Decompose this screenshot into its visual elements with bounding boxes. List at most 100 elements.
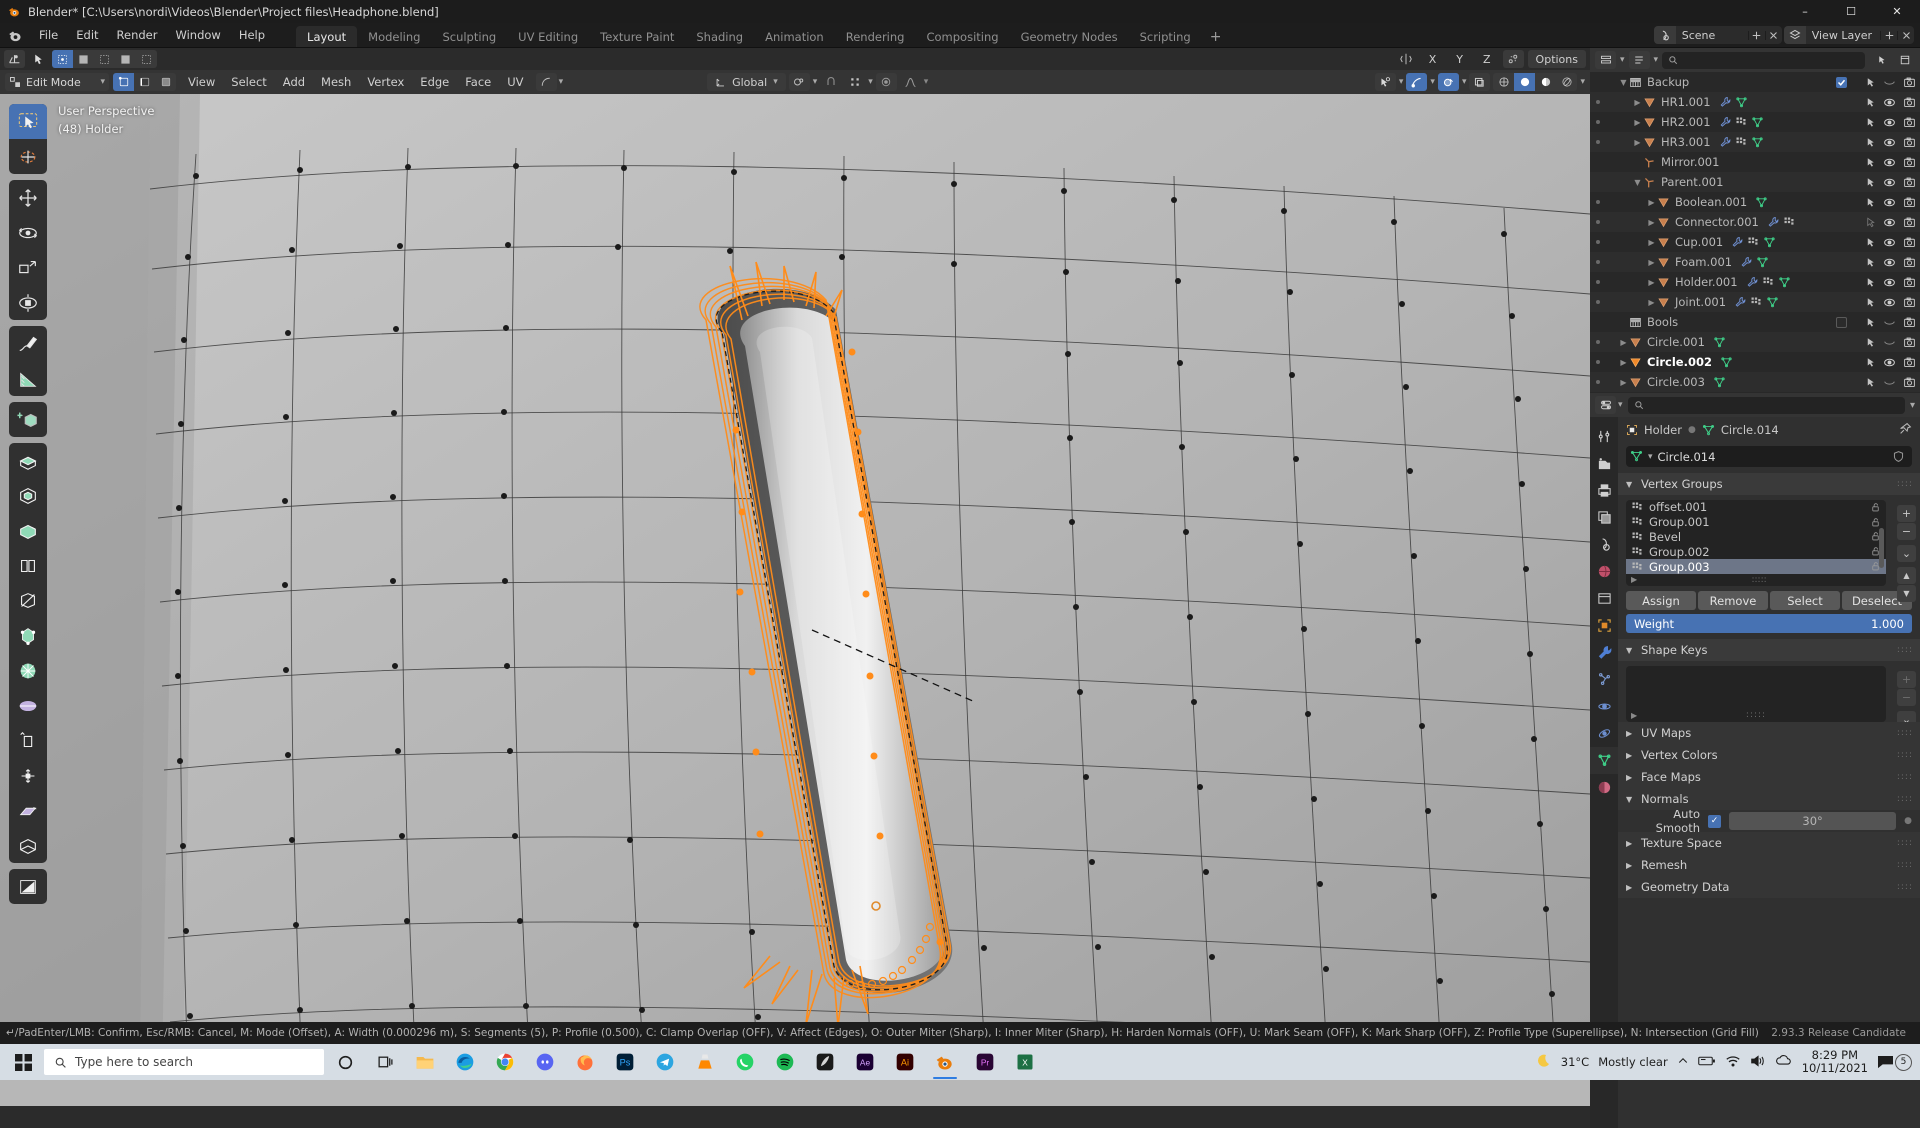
outliner-row-hr3-001[interactable]: ▶HR3.001 <box>1590 132 1920 152</box>
mesh-browse-chevron-icon[interactable]: ▾ <box>1648 452 1653 462</box>
camera-toggle-icon[interactable] <box>1903 136 1916 149</box>
eye-toggle-icon[interactable] <box>1883 296 1896 309</box>
camera-toggle-icon[interactable] <box>1903 96 1916 109</box>
viewport-menu-add[interactable]: Add <box>275 73 313 91</box>
disclosure-right-icon[interactable]: ▶ <box>1646 258 1657 267</box>
disclosure-right-icon[interactable]: ▶ <box>1618 358 1629 367</box>
annotate-tool-icon[interactable] <box>9 326 47 361</box>
rotate-tool-icon[interactable] <box>9 215 47 250</box>
triangles-icon[interactable] <box>1713 336 1726 349</box>
file-explorer-icon[interactable] <box>406 1044 444 1080</box>
edge-select-mode-icon[interactable] <box>73 50 94 68</box>
properties-search-input[interactable] <box>1628 397 1905 414</box>
properties-tab-scene[interactable] <box>1590 531 1618 558</box>
notification-center-button[interactable]: 5 <box>1877 1054 1912 1071</box>
curve-toggle-icon[interactable] <box>1883 336 1896 349</box>
material-preview-shading-icon[interactable] <box>1535 73 1556 91</box>
editor-type-icon[interactable] <box>4 50 25 68</box>
pivot-point-icon[interactable] <box>789 73 810 91</box>
bevel-tool-icon[interactable] <box>9 513 47 548</box>
disclosure-right-icon[interactable]: ▶ <box>1646 218 1657 227</box>
onedrive-icon[interactable] <box>1775 1054 1793 1070</box>
assign-button[interactable]: Assign <box>1626 591 1696 610</box>
properties-tab-data[interactable] <box>1590 747 1618 774</box>
properties-tab-collection[interactable] <box>1590 585 1618 612</box>
eye-toggle-icon[interactable] <box>1883 156 1896 169</box>
outliner-row-foam-001[interactable]: ▶Foam.001 <box>1590 252 1920 272</box>
photoshop-icon[interactable]: Ps <box>606 1044 644 1080</box>
camera-toggle-icon[interactable] <box>1903 376 1916 389</box>
curve-toggle-icon[interactable] <box>1883 376 1896 389</box>
vertex-group-item[interactable]: Group.002 <box>1626 544 1886 559</box>
uv-tool-icon[interactable] <box>9 869 47 904</box>
pivot-chevron-icon[interactable]: ▾ <box>813 77 818 87</box>
move-vertex-group-up-button[interactable]: ▲ <box>1897 567 1916 584</box>
spin-tool-icon[interactable] <box>9 653 47 688</box>
circle-select-icon[interactable] <box>136 50 157 68</box>
gizmo-chevron-icon[interactable]: ▾ <box>1399 77 1404 87</box>
mirror-axis-z[interactable]: Z <box>1475 50 1499 68</box>
disclosure-right-icon[interactable]: ▶ <box>1632 138 1643 147</box>
animate-property-dot-icon[interactable]: ● <box>1904 816 1912 826</box>
disclosure-right-icon[interactable]: ▶ <box>1632 118 1643 127</box>
face-mode-icon[interactable] <box>155 73 176 91</box>
knife-tool-icon[interactable] <box>9 583 47 618</box>
eye-toggle-icon[interactable] <box>1883 216 1896 229</box>
eye-toggle-icon[interactable] <box>1883 136 1896 149</box>
outliner-tree[interactable]: ▼Backup▶HR1.001▶HR2.001▶HR3.001Mirror.00… <box>1590 72 1920 393</box>
triangles-icon[interactable] <box>1713 376 1726 389</box>
toggle-xray-box-icon[interactable] <box>1469 73 1490 91</box>
workspace-tab-animation[interactable]: Animation <box>754 26 835 47</box>
task-view-icon[interactable] <box>366 1044 404 1080</box>
camera-toggle-icon[interactable] <box>1903 156 1916 169</box>
select-tool-icon[interactable] <box>28 50 49 68</box>
panel-geometry-data[interactable]: ▶Geometry Data:::: <box>1618 876 1920 898</box>
filter-toggle-icon[interactable] <box>1864 216 1876 228</box>
weather-moon-icon[interactable] <box>1534 1052 1552 1073</box>
filter-toggle-icon[interactable] <box>1864 256 1876 268</box>
workspace-tab-geometry-nodes[interactable]: Geometry Nodes <box>1010 26 1129 47</box>
panel-vertex-colors[interactable]: ▶Vertex Colors:::: <box>1618 744 1920 766</box>
xray-toggle-icon[interactable] <box>1438 73 1459 91</box>
remove-vertex-group-button[interactable]: − <box>1897 523 1916 540</box>
scene-selector[interactable]: Scene <box>1654 26 1782 44</box>
shape-keys-listbox[interactable]: ▶ ::::: <box>1626 666 1886 722</box>
outliner-editor-type-icon[interactable] <box>1595 51 1616 69</box>
workspace-tab-scripting[interactable]: Scripting <box>1129 26 1202 47</box>
menu-window[interactable]: Window <box>166 23 229 47</box>
viewport-menu-vertex[interactable]: Vertex <box>359 73 412 91</box>
discord-icon[interactable] <box>526 1044 564 1080</box>
mesh-name-field[interactable]: ▾ Circle.014 <box>1626 446 1912 467</box>
proportional-editing-icon[interactable] <box>1503 50 1524 68</box>
curve-toggle-icon[interactable] <box>1883 76 1896 89</box>
properties-tab-output[interactable] <box>1590 477 1618 504</box>
blender-menu-icon[interactable] <box>0 23 30 47</box>
inset-faces-tool-icon[interactable] <box>9 478 47 513</box>
properties-tab-render[interactable] <box>1590 450 1618 477</box>
rendered-shading-icon[interactable] <box>1556 73 1577 91</box>
workspace-tab-shading[interactable]: Shading <box>685 26 754 47</box>
workspace-tab-texture-paint[interactable]: Texture Paint <box>589 26 685 47</box>
camera-toggle-icon[interactable] <box>1903 336 1916 349</box>
viewport-menu-select[interactable]: Select <box>223 73 274 91</box>
show-overlays-icon[interactable] <box>1406 73 1427 91</box>
outliner-filter-settings-icon[interactable] <box>1894 51 1915 69</box>
poly-build-tool-icon[interactable] <box>9 618 47 653</box>
weight-slider[interactable]: Weight 1.000 <box>1626 614 1912 633</box>
curve-toggle-icon[interactable] <box>1883 316 1896 329</box>
properties-tab-object[interactable] <box>1590 612 1618 639</box>
battery-icon[interactable] <box>1698 1055 1716 1070</box>
outliner-row-mirror-001[interactable]: Mirror.001 <box>1590 152 1920 172</box>
new-view-layer-button[interactable] <box>1880 31 1897 40</box>
triangles-icon[interactable] <box>1751 136 1764 149</box>
triangles-icon[interactable] <box>1720 356 1733 369</box>
move-vertex-group-down-button[interactable]: ▼ <box>1897 585 1916 602</box>
outliner-row-circle-003[interactable]: ▶Circle.003 <box>1590 372 1920 392</box>
wrench-icon[interactable] <box>1719 136 1731 148</box>
google-chrome-icon[interactable] <box>486 1044 524 1080</box>
rip-region-tool-icon[interactable] <box>9 828 47 863</box>
filter-toggle-icon[interactable] <box>1864 296 1876 308</box>
properties-tab-physics[interactable] <box>1590 693 1618 720</box>
filter-toggle-icon[interactable] <box>1864 376 1876 388</box>
filter-toggle-icon[interactable] <box>1864 276 1876 288</box>
